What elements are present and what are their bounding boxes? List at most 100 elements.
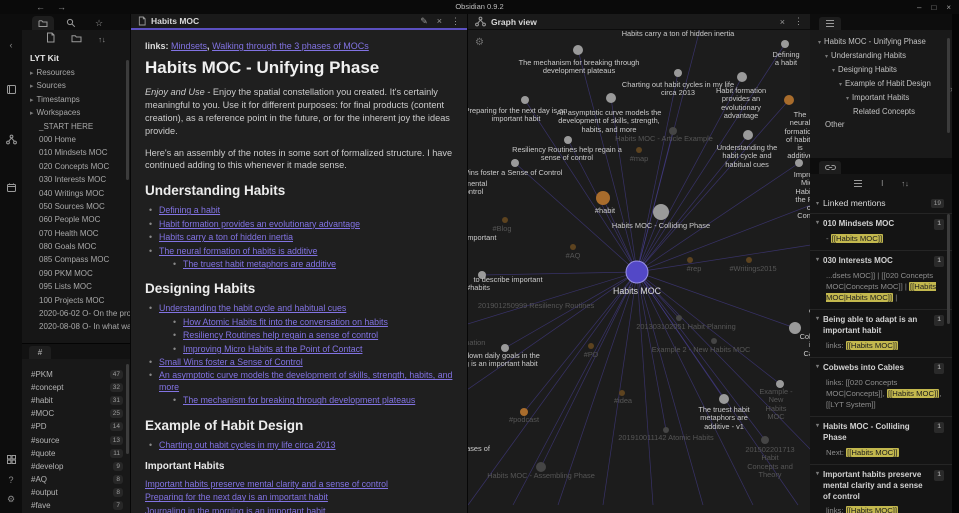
tag-item[interactable]: #quote 11 bbox=[22, 447, 130, 460]
collapse-arrow-icon[interactable]: ▾ bbox=[825, 54, 828, 60]
file-item[interactable]: 100 Projects MOC bbox=[22, 294, 130, 307]
graph-node[interactable] bbox=[573, 45, 583, 55]
graph-node[interactable] bbox=[669, 127, 677, 135]
minimize-button[interactable]: – bbox=[917, 3, 921, 12]
collapse-arrow-icon[interactable]: ▾ bbox=[818, 40, 821, 46]
note-link[interactable]: An asymptotic curve models the developme… bbox=[159, 370, 452, 391]
graph-node[interactable] bbox=[776, 380, 784, 388]
graph-node[interactable] bbox=[521, 96, 529, 104]
linked-mention-entry[interactable]: ▾ Habits MOC - Colliding Phase 1 Next: [[Ha… bbox=[810, 416, 952, 464]
tag-item[interactable]: #MOC 25 bbox=[22, 407, 130, 420]
note-link[interactable]: Resiliency Routines help regain a sense … bbox=[183, 330, 378, 340]
tab-outline[interactable] bbox=[819, 17, 841, 30]
maximize-button[interactable]: □ bbox=[931, 3, 936, 12]
graph-node[interactable] bbox=[588, 343, 594, 349]
note-link[interactable]: Charting out habit cycles in my life cir… bbox=[159, 440, 336, 450]
outline-item[interactable]: ▾ Habits MOC - Unifying Phase bbox=[818, 37, 944, 48]
collapse-arrow-icon[interactable]: ▾ bbox=[816, 363, 819, 371]
collapse-arrow-icon[interactable]: ▾ bbox=[816, 422, 819, 430]
note-link[interactable]: How Atomic Habits fit into the conversat… bbox=[183, 317, 388, 327]
note-link[interactable]: Important habits preserve mental clarity… bbox=[145, 479, 388, 489]
note-link[interactable]: Habits carry a ton of hidden inertia bbox=[159, 232, 293, 242]
graph-canvas[interactable]: ⚙ Habits carry a ton of hidden inertia De… bbox=[468, 30, 810, 513]
folder-item[interactable]: ▸ Timestamps bbox=[22, 93, 130, 106]
file-item[interactable]: 000 Home bbox=[22, 133, 130, 146]
tab-file-explorer[interactable] bbox=[32, 16, 54, 30]
pane-menu-icon[interactable]: ⋮ bbox=[451, 16, 460, 27]
collapse-sidebar-icon[interactable]: ‹ bbox=[0, 40, 22, 50]
file-item[interactable]: 085 Compass MOC bbox=[22, 253, 130, 266]
note-link[interactable]: Preparing for the next day is an importa… bbox=[145, 492, 328, 502]
file-item[interactable]: 060 People MOC bbox=[22, 213, 130, 226]
help-icon[interactable]: ? bbox=[0, 475, 22, 485]
tab-tag-pane[interactable]: # bbox=[29, 346, 51, 359]
outline-item[interactable]: ▾ Important Habits bbox=[818, 93, 944, 104]
backlinks-scrollbar[interactable] bbox=[947, 214, 950, 324]
close-graph-icon[interactable]: × bbox=[780, 17, 785, 27]
graph-node[interactable] bbox=[478, 271, 486, 279]
note-link[interactable]: Small Wins foster a Sense of Control bbox=[159, 357, 303, 367]
note-link[interactable]: Defining a habit bbox=[159, 205, 220, 215]
collapse-arrow-icon[interactable]: ▾ bbox=[846, 96, 849, 102]
note-link[interactable]: The neural formation of habits is additi… bbox=[159, 246, 317, 256]
new-note-icon[interactable] bbox=[46, 30, 55, 48]
outline-item[interactable]: ▾ Designing Habits bbox=[818, 65, 944, 76]
close-pane-icon[interactable]: × bbox=[437, 16, 442, 26]
tab-backlinks[interactable] bbox=[819, 161, 841, 174]
graph-node[interactable] bbox=[784, 95, 794, 105]
tag-item[interactable]: #concept 32 bbox=[22, 381, 130, 394]
collapse-arrow-icon[interactable]: ▾ bbox=[839, 82, 842, 88]
graph-node[interactable] bbox=[536, 462, 546, 472]
graph-node[interactable] bbox=[606, 93, 616, 103]
linked-mentions-header[interactable]: ▾ Linked mentions 19 bbox=[810, 193, 952, 213]
tag-list-scrollbar[interactable] bbox=[126, 364, 129, 454]
file-item[interactable]: 090 PKM MOC bbox=[22, 267, 130, 280]
tab-search[interactable] bbox=[60, 16, 82, 30]
graph-node[interactable] bbox=[619, 390, 625, 396]
sort-order-icon[interactable]: ↑↓ bbox=[901, 179, 909, 188]
file-item[interactable]: _START HERE bbox=[22, 120, 130, 133]
graph-node[interactable] bbox=[570, 244, 576, 250]
graph-node[interactable] bbox=[676, 315, 682, 321]
outline-item[interactable]: Other bbox=[818, 120, 944, 130]
note-top-link[interactable]: Mindsets bbox=[171, 41, 207, 51]
graph-node[interactable] bbox=[636, 147, 642, 153]
graph-node[interactable] bbox=[596, 191, 610, 205]
tag-item[interactable]: #source 13 bbox=[22, 433, 130, 446]
graph-node[interactable] bbox=[746, 257, 752, 263]
graph-node[interactable] bbox=[674, 69, 682, 77]
graph-node[interactable] bbox=[743, 130, 753, 140]
tag-item[interactable]: #fave 7 bbox=[22, 499, 130, 512]
collapse-arrow-icon[interactable]: ▾ bbox=[816, 256, 819, 264]
vault-switcher-icon[interactable] bbox=[0, 454, 22, 465]
text-cursor-icon[interactable]: I bbox=[881, 179, 883, 188]
note-link[interactable]: Improving Micro Habits at the Point of C… bbox=[183, 344, 362, 354]
list-icon[interactable] bbox=[853, 179, 863, 188]
tag-item[interactable]: #develop 9 bbox=[22, 460, 130, 473]
new-folder-icon[interactable] bbox=[71, 30, 82, 48]
linked-mention-entry[interactable]: ▾ Cobwebs into Cables 1 links: [[020 Concep… bbox=[810, 356, 952, 416]
graph-node[interactable] bbox=[795, 159, 803, 167]
graph-node[interactable] bbox=[663, 427, 669, 433]
edit-note-icon[interactable]: ✎ bbox=[420, 16, 428, 27]
file-item[interactable]: 040 Writings MOC bbox=[22, 187, 130, 200]
file-item[interactable]: 070 Health MOC bbox=[22, 227, 130, 240]
book-icon[interactable] bbox=[0, 84, 22, 95]
note-top-link[interactable]: Walking through the 3 phases of MOCs bbox=[212, 41, 369, 51]
collapse-arrow-icon[interactable]: ▾ bbox=[816, 219, 819, 227]
file-item[interactable]: 2020-06-02 O- On the proc bbox=[22, 307, 130, 320]
graph-node[interactable] bbox=[520, 408, 528, 416]
note-tab-title[interactable]: Habits MOC bbox=[151, 16, 199, 26]
settings-gear-icon[interactable]: ⚙ bbox=[0, 494, 22, 505]
graph-ribbon-icon[interactable] bbox=[0, 134, 22, 145]
tag-item[interactable]: #PKM 47 bbox=[22, 368, 130, 381]
tag-item[interactable]: #PD 14 bbox=[22, 420, 130, 433]
file-item[interactable]: 030 Interests MOC bbox=[22, 173, 130, 186]
file-item[interactable]: 050 Sources MOC bbox=[22, 200, 130, 213]
graph-node[interactable] bbox=[501, 344, 509, 352]
note-link[interactable]: Journaling in the morning is an importan… bbox=[145, 506, 325, 513]
graph-node[interactable] bbox=[719, 394, 729, 404]
graph-node[interactable] bbox=[564, 136, 572, 144]
tab-starred[interactable]: ☆ bbox=[88, 16, 110, 30]
outline-item[interactable]: ▾ Understanding Habits bbox=[818, 51, 944, 62]
